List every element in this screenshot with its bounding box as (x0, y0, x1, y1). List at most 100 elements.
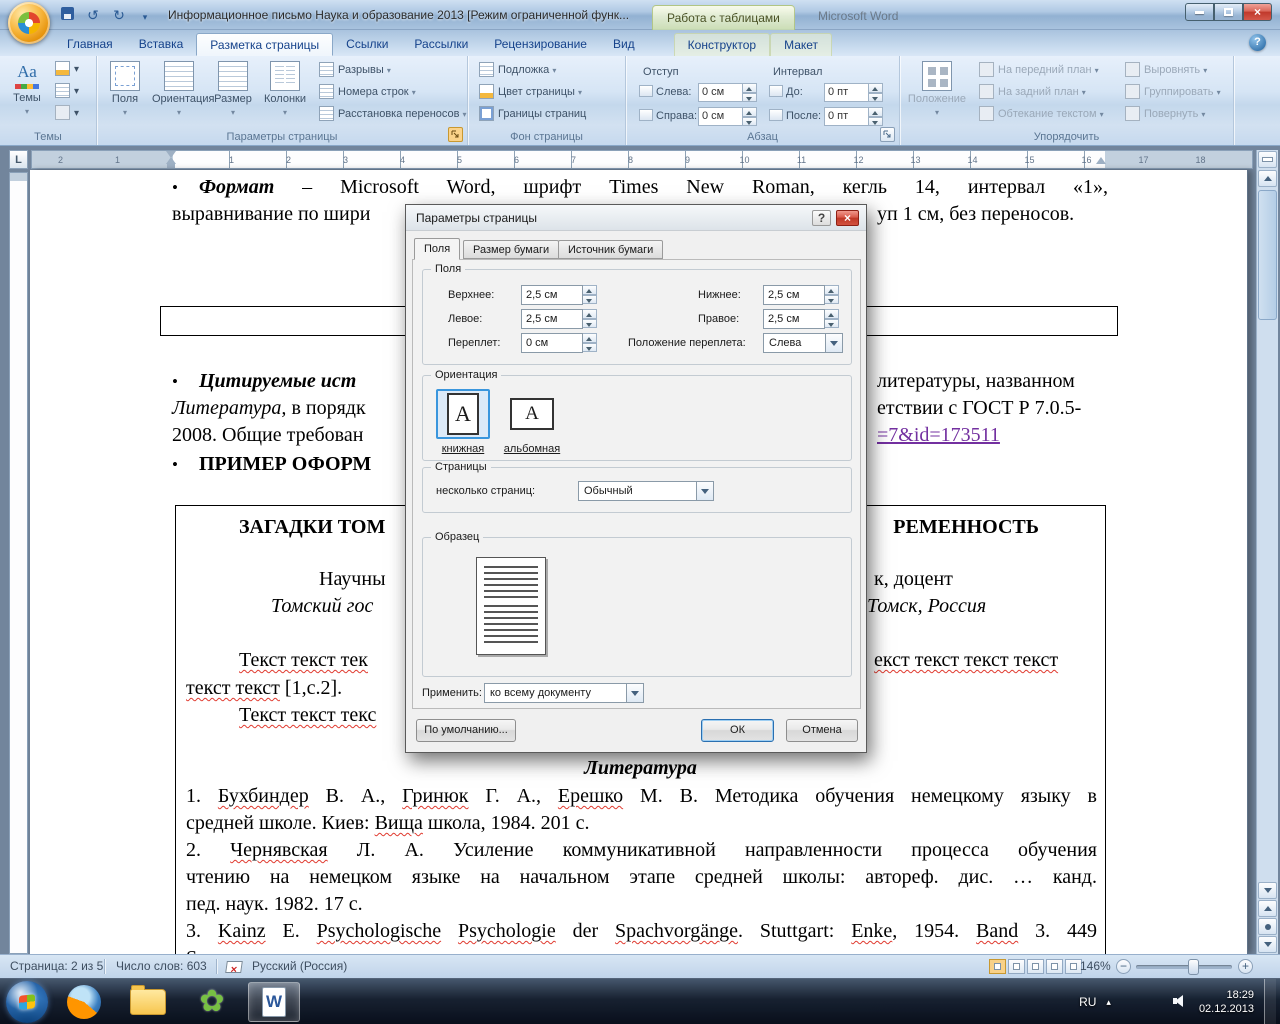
tab-mailings[interactable]: Рассылки (401, 33, 481, 56)
margins-button[interactable]: Поля ▾ (102, 58, 148, 128)
horizontal-ruler[interactable]: 2112345678910111213141516171819 (31, 150, 1253, 169)
left-margin-field[interactable]: 2,5 см (521, 309, 597, 329)
themes-button[interactable]: Аа Темы ▾ (4, 58, 50, 128)
spacing-before-field[interactable]: 0 пт (824, 83, 883, 102)
ruler-toggle-button[interactable] (1258, 151, 1277, 168)
doc-line[interactable]: 2008. Общие требован (172, 422, 363, 448)
action-center-icon[interactable] (1121, 995, 1137, 1009)
hyphenation-button[interactable]: Расстановка переносов ▾ (316, 104, 470, 125)
ok-button[interactable]: ОК (701, 719, 774, 742)
doc-line[interactable]: литературы, названном (877, 368, 1075, 394)
zoom-out-button[interactable]: − (1116, 959, 1131, 974)
columns-button[interactable]: Колонки ▾ (260, 58, 310, 128)
hidden-icons-button[interactable]: ▴ (1106, 997, 1111, 1008)
taskbar-word-button[interactable]: W (248, 982, 300, 1022)
multiple-pages-dropdown[interactable]: Обычный (578, 481, 714, 501)
cancel-button[interactable]: Отмена (786, 719, 858, 742)
rotate-button[interactable]: Повернуть ▾ (1122, 104, 1208, 125)
bring-to-front-button[interactable]: На передний план ▾ (976, 60, 1102, 81)
tab-stop-selector[interactable]: L (9, 150, 28, 169)
default-button[interactable]: По умолчанию... (416, 719, 516, 742)
minimize-button[interactable] (1185, 3, 1214, 21)
hanging-indent-marker[interactable] (166, 157, 176, 164)
spinner-buttons[interactable] (743, 107, 757, 126)
word-count-indicator[interactable]: Число слов: 603 (112, 955, 211, 978)
dialog-tab-margins[interactable]: Поля (414, 238, 461, 260)
zoom-level-button[interactable]: 146% (1076, 955, 1115, 978)
doc-line[interactable]: етствии с ГОСТ Р 7.0.5- (877, 395, 1081, 421)
tab-review[interactable]: Рецензирование (481, 33, 600, 56)
spacing-after-field[interactable]: 0 пт (824, 107, 883, 126)
dialog-tab-paper-size[interactable]: Размер бумаги (463, 240, 560, 259)
left-indent-marker[interactable] (167, 164, 175, 168)
tab-references[interactable]: Ссылки (333, 33, 401, 56)
doc-paragraph-cited[interactable]: • Цитируемые ист (172, 368, 356, 395)
doc-line[interactable]: Литература, в порядк (172, 395, 366, 421)
tab-home[interactable]: Главная (54, 33, 126, 56)
dialog-titlebar[interactable]: Параметры страницы ? × (406, 205, 866, 231)
right-margin-field[interactable]: 2,5 см (763, 309, 839, 329)
close-button[interactable]: × (1243, 3, 1272, 21)
maximize-button[interactable] (1214, 3, 1243, 21)
volume-icon[interactable] (1172, 995, 1189, 1009)
doc-line[interactable]: выравнивание по шири (172, 201, 370, 227)
doc-line[interactable]: уп 1 см, без переносов. (877, 201, 1074, 227)
theme-colors-button[interactable]: ▾ (52, 60, 92, 80)
spinner-buttons[interactable] (825, 285, 839, 304)
page-borders-button[interactable]: Границы страниц (476, 104, 589, 125)
theme-fonts-button[interactable]: ▾ (52, 82, 92, 102)
titlebar[interactable]: ↺ ↻ ▾ Информационное письмо Наука и обра… (0, 0, 1280, 44)
orientation-portrait-option[interactable]: A (436, 389, 490, 439)
view-web-button[interactable] (1027, 959, 1044, 975)
zoom-slider-thumb[interactable] (1188, 959, 1199, 975)
scrollbar-thumb[interactable] (1258, 190, 1277, 320)
top-margin-field[interactable]: 2,5 см (521, 285, 597, 305)
tab-table-layout[interactable]: Макет (770, 33, 833, 56)
apply-to-dropdown[interactable]: ко всему документу (484, 683, 644, 703)
orientation-landscape-option[interactable]: A (502, 389, 562, 439)
send-to-back-button[interactable]: На задний план ▾ (976, 82, 1089, 103)
taskbar-firefox-button[interactable] (58, 982, 110, 1022)
dialog-tab-paper-source[interactable]: Источник бумаги (558, 240, 664, 259)
spinner-buttons[interactable] (583, 333, 597, 352)
language-indicator[interactable]: RU (1079, 995, 1096, 1009)
tab-insert[interactable]: Вставка (126, 33, 197, 56)
clock[interactable]: 18:29 02.12.2013 (1199, 988, 1254, 1016)
watermark-button[interactable]: Подложка ▾ (476, 60, 559, 81)
next-page-button[interactable] (1258, 936, 1277, 953)
help-button[interactable]: ? (1249, 34, 1266, 51)
zoom-slider[interactable] (1136, 959, 1232, 975)
doc-hyperlink[interactable]: =7&id=173511 (877, 422, 1000, 448)
paragraph-dialog-launcher[interactable] (880, 127, 895, 142)
theme-effects-button[interactable]: ▾ (52, 104, 92, 124)
position-button[interactable]: Положение ▾ (906, 58, 968, 128)
group-objects-button[interactable]: Группировать ▾ (1122, 82, 1224, 103)
vertical-scrollbar[interactable] (1256, 150, 1278, 954)
spinner-buttons[interactable] (869, 83, 883, 102)
select-browse-object-button[interactable] (1258, 918, 1277, 935)
tab-table-design[interactable]: Конструктор (673, 33, 771, 56)
language-indicator[interactable]: Русский (Россия) (248, 955, 351, 978)
spinner-buttons[interactable] (825, 309, 839, 328)
bottom-margin-field[interactable]: 2,5 см (763, 285, 839, 305)
right-indent-marker[interactable] (1096, 157, 1106, 164)
previous-page-button[interactable] (1258, 900, 1277, 917)
view-fullscreen-button[interactable] (1008, 959, 1025, 975)
undo-button[interactable]: ↺ (82, 5, 104, 25)
orientation-button[interactable]: Ориентация ▾ (152, 58, 214, 128)
gutter-position-dropdown[interactable]: Слева (763, 333, 843, 353)
page-color-button[interactable]: Цвет страницы ▾ (476, 82, 585, 103)
size-button[interactable]: Размер ▾ (210, 58, 256, 128)
text-wrapping-button[interactable]: Обтекание текстом ▾ (976, 104, 1107, 125)
taskbar-explorer-button[interactable] (122, 982, 174, 1022)
doc-paragraph-example[interactable]: • ПРИМЕР ОФОРМ (172, 451, 371, 478)
breaks-button[interactable]: Разрывы ▾ (316, 60, 394, 81)
dialog-close-button[interactable]: × (836, 210, 859, 226)
line-numbers-button[interactable]: Номера строк ▾ (316, 82, 419, 103)
align-button[interactable]: Выровнять ▾ (1122, 60, 1210, 81)
indent-left-field[interactable]: 0 см (698, 83, 757, 102)
doc-paragraph-format[interactable]: • Формат – Microsoft Word, шрифт Times Ne… (172, 174, 1108, 201)
dialog-help-button[interactable]: ? (812, 210, 831, 226)
network-icon[interactable] (1147, 995, 1163, 1009)
spinner-buttons[interactable] (583, 309, 597, 328)
